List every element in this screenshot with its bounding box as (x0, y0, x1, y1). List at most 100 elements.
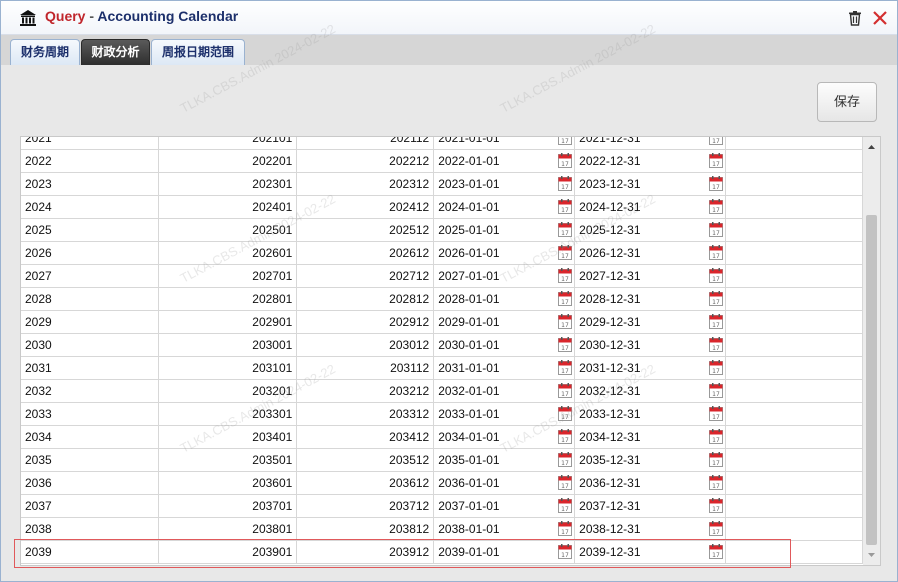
table-row[interactable]: 2037 203701 203712 2037-01-01 17 2037-12-31 17 (21, 494, 863, 518)
calendar-icon[interactable]: 17 (709, 199, 724, 214)
tab-weekly-date-range[interactable]: 周报日期范围 (151, 39, 245, 65)
end-date-cell[interactable]: 2038-12-31 17 (574, 517, 727, 541)
calendar-icon[interactable]: 17 (709, 136, 724, 145)
calendar-icon[interactable]: 17 (558, 429, 573, 444)
end-date-cell[interactable]: 2034-12-31 17 (574, 425, 727, 449)
scroll-down-icon[interactable] (863, 547, 880, 563)
end-date-cell[interactable]: 2039-12-31 17 (574, 540, 727, 564)
calendar-icon[interactable]: 17 (558, 498, 573, 513)
end-date-cell[interactable]: 2036-12-31 17 (574, 471, 727, 495)
calendar-icon[interactable]: 17 (558, 176, 573, 191)
end-date-cell[interactable]: 2028-12-31 17 (574, 287, 727, 311)
table-row[interactable]: 2028 202801 202812 2028-01-01 17 2028-12-31 17 (21, 287, 863, 311)
calendar-icon[interactable]: 17 (709, 268, 724, 283)
end-date-cell[interactable]: 2022-12-31 17 (574, 149, 727, 173)
calendar-icon[interactable]: 17 (709, 176, 724, 191)
vertical-scrollbar[interactable] (863, 136, 881, 566)
table-row[interactable]: 2023 202301 202312 2023-01-01 17 2023-12-31 17 (21, 172, 863, 196)
calendar-icon[interactable]: 17 (558, 199, 573, 214)
calendar-icon[interactable]: 17 (709, 245, 724, 260)
start-date-cell[interactable]: 2037-01-01 17 (433, 494, 576, 518)
end-date-cell[interactable]: 2025-12-31 17 (574, 218, 727, 242)
end-date-cell[interactable]: 2026-12-31 17 (574, 241, 727, 265)
table-row[interactable]: 2029 202901 202912 2029-01-01 17 2029-12-31 17 (21, 310, 863, 334)
start-date-cell[interactable]: 2021-01-01 17 (433, 136, 576, 150)
calendar-icon[interactable]: 17 (558, 383, 573, 398)
calendar-icon[interactable]: 17 (558, 360, 573, 375)
calendar-icon[interactable]: 17 (709, 544, 724, 559)
calendar-icon[interactable]: 17 (558, 406, 573, 421)
calendar-icon[interactable]: 17 (709, 498, 724, 513)
table-row[interactable]: 2035 203501 203512 2035-01-01 17 2035-12-31 17 (21, 448, 863, 472)
start-date-cell[interactable]: 2023-01-01 17 (433, 172, 576, 196)
calendar-icon[interactable]: 17 (558, 314, 573, 329)
start-date-cell[interactable]: 2031-01-01 17 (433, 356, 576, 380)
end-date-cell[interactable]: 2023-12-31 17 (574, 172, 727, 196)
scrollbar-thumb[interactable] (866, 215, 877, 545)
scroll-up-icon[interactable] (863, 139, 880, 155)
save-button[interactable]: 保存 (817, 82, 877, 122)
end-date-cell[interactable]: 2027-12-31 17 (574, 264, 727, 288)
end-date-cell[interactable]: 2033-12-31 17 (574, 402, 727, 426)
table-row[interactable]: 2021 202101 202112 2021-01-01 17 2021-12-31 17 (21, 136, 863, 150)
end-date-cell[interactable]: 2029-12-31 17 (574, 310, 727, 334)
start-date-cell[interactable]: 2022-01-01 17 (433, 149, 576, 173)
end-date-cell[interactable]: 2037-12-31 17 (574, 494, 727, 518)
calendar-icon[interactable]: 17 (558, 291, 573, 306)
calendar-icon[interactable]: 17 (558, 222, 573, 237)
calendar-icon[interactable]: 17 (558, 268, 573, 283)
end-date-cell[interactable]: 2031-12-31 17 (574, 356, 727, 380)
end-date-cell[interactable]: 2035-12-31 17 (574, 448, 727, 472)
table-row[interactable]: 2036 203601 203612 2036-01-01 17 2036-12-31 17 (21, 471, 863, 495)
calendar-icon[interactable]: 17 (709, 475, 724, 490)
calendar-icon[interactable]: 17 (709, 383, 724, 398)
start-date-cell[interactable]: 2024-01-01 17 (433, 195, 576, 219)
calendar-icon[interactable]: 17 (558, 153, 573, 168)
calendar-icon[interactable]: 17 (709, 153, 724, 168)
calendar-icon[interactable]: 17 (558, 544, 573, 559)
start-date-cell[interactable]: 2038-01-01 17 (433, 517, 576, 541)
calendar-icon[interactable]: 17 (558, 521, 573, 536)
start-date-cell[interactable]: 2027-01-01 17 (433, 264, 576, 288)
table-row[interactable]: 2033 203301 203312 2033-01-01 17 2033-12-31 17 (21, 402, 863, 426)
calendar-icon[interactable]: 17 (709, 452, 724, 467)
trash-icon[interactable] (847, 10, 863, 26)
calendar-icon[interactable]: 17 (558, 475, 573, 490)
end-date-cell[interactable]: 2021-12-31 17 (574, 136, 727, 150)
start-date-cell[interactable]: 2026-01-01 17 (433, 241, 576, 265)
calendar-icon[interactable]: 17 (709, 406, 724, 421)
table-row[interactable]: 2031 203101 203112 2031-01-01 17 2031-12-31 17 (21, 356, 863, 380)
end-date-cell[interactable]: 2032-12-31 17 (574, 379, 727, 403)
table-row[interactable]: 2026 202601 202612 2026-01-01 17 2026-12-31 17 (21, 241, 863, 265)
calendar-icon[interactable]: 17 (709, 521, 724, 536)
calendar-icon[interactable]: 17 (558, 452, 573, 467)
start-date-cell[interactable]: 2030-01-01 17 (433, 333, 576, 357)
calendar-icon[interactable]: 17 (709, 337, 724, 352)
table-row[interactable]: 2025 202501 202512 2025-01-01 17 2025-12-31 17 (21, 218, 863, 242)
start-date-cell[interactable]: 2039-01-01 17 (433, 540, 576, 564)
start-date-cell[interactable]: 2028-01-01 17 (433, 287, 576, 311)
table-row[interactable]: 2039 203901 203912 2039-01-01 17 2039-12-31 17 (21, 540, 863, 564)
table-row[interactable]: 2030 203001 203012 2030-01-01 17 2030-12-31 17 (21, 333, 863, 357)
start-date-cell[interactable]: 2035-01-01 17 (433, 448, 576, 472)
start-date-cell[interactable]: 2025-01-01 17 (433, 218, 576, 242)
end-date-cell[interactable]: 2024-12-31 17 (574, 195, 727, 219)
tab-fiscal-analysis[interactable]: 财政分析 (81, 39, 150, 65)
start-date-cell[interactable]: 2036-01-01 17 (433, 471, 576, 495)
calendar-icon[interactable]: 17 (709, 291, 724, 306)
table-row[interactable]: 2024 202401 202412 2024-01-01 17 2024-12-31 17 (21, 195, 863, 219)
calendar-icon[interactable]: 17 (709, 429, 724, 444)
calendar-icon[interactable]: 17 (558, 245, 573, 260)
table-row[interactable]: 2034 203401 203412 2034-01-01 17 2034-12-31 17 (21, 425, 863, 449)
calendar-icon[interactable]: 17 (709, 360, 724, 375)
table-row[interactable]: 2022 202201 202212 2022-01-01 17 2022-12-31 17 (21, 149, 863, 173)
calendar-icon[interactable]: 17 (709, 222, 724, 237)
calendar-icon[interactable]: 17 (558, 136, 573, 145)
close-icon[interactable] (872, 10, 888, 26)
start-date-cell[interactable]: 2033-01-01 17 (433, 402, 576, 426)
calendar-icon[interactable]: 17 (558, 337, 573, 352)
table-row[interactable]: 2038 203801 203812 2038-01-01 17 2038-12-31 17 (21, 517, 863, 541)
tab-fiscal-period[interactable]: 财务周期 (10, 39, 80, 65)
table-row[interactable]: 2032 203201 203212 2032-01-01 17 2032-12-31 17 (21, 379, 863, 403)
calendar-icon[interactable]: 17 (709, 314, 724, 329)
